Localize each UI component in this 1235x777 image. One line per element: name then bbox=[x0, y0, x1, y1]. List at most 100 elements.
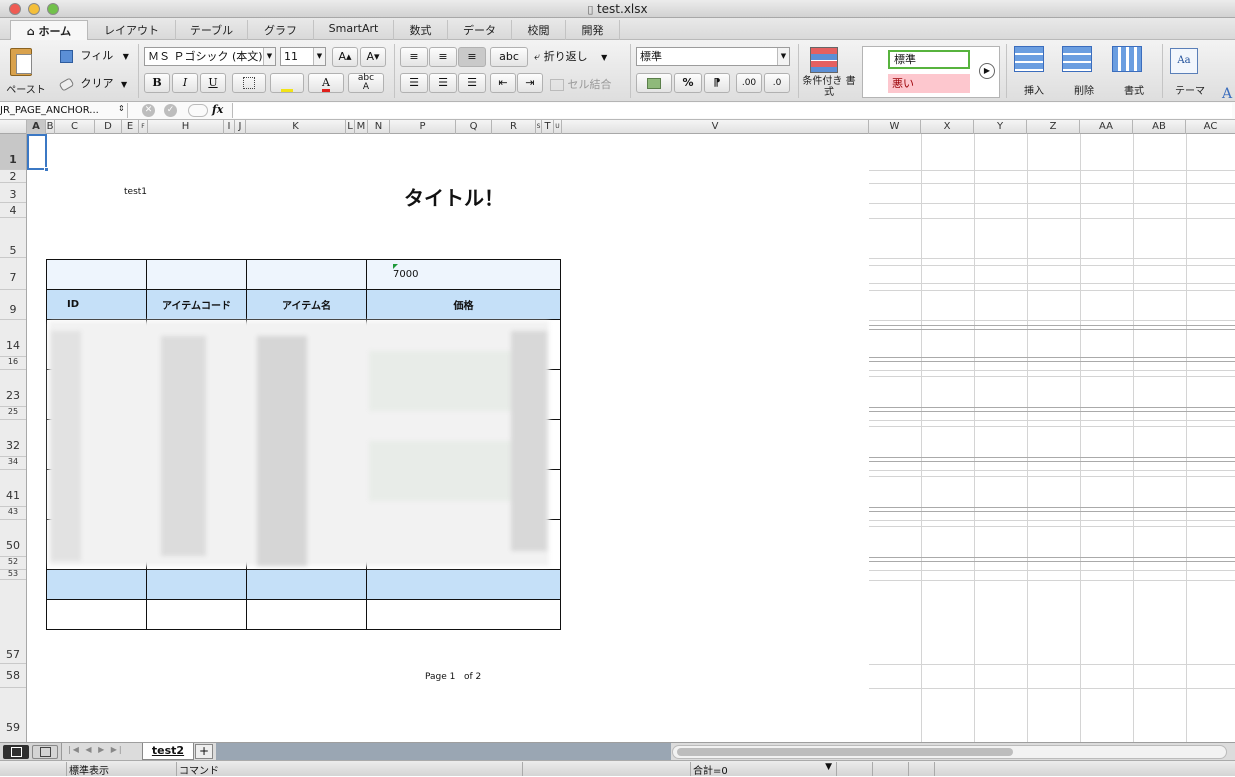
tab-chart[interactable]: グラフ bbox=[248, 20, 314, 40]
tab-layout[interactable]: レイアウト bbox=[88, 20, 176, 40]
align-top-button[interactable]: ≡ bbox=[400, 47, 428, 67]
decrease-decimal-button[interactable]: .0 bbox=[764, 73, 790, 93]
merge-cells-button[interactable]: セル結合 bbox=[550, 76, 630, 92]
currency-button[interactable] bbox=[636, 73, 672, 93]
column-header[interactable]: AA bbox=[1080, 120, 1133, 134]
align-left-button[interactable]: ☰ bbox=[400, 73, 428, 93]
row-header[interactable]: 4 bbox=[0, 203, 26, 218]
row-header[interactable]: 14 bbox=[0, 320, 26, 357]
delete-cells-button[interactable] bbox=[1062, 46, 1102, 80]
column-header[interactable]: M bbox=[355, 120, 368, 134]
conditional-format-button[interactable] bbox=[808, 45, 848, 77]
row-header[interactable]: 57 bbox=[0, 580, 26, 664]
fx-icon[interactable]: fx bbox=[212, 103, 223, 116]
underline-button[interactable]: U bbox=[200, 73, 226, 93]
column-header[interactable]: P bbox=[390, 120, 456, 134]
column-header[interactable]: AB bbox=[1133, 120, 1186, 134]
cancel-icon[interactable]: ✕ bbox=[142, 104, 155, 117]
wrap-text-button[interactable]: ⤶ 折り返し ▼ bbox=[534, 48, 624, 64]
comma-button[interactable]: ⁋ bbox=[704, 73, 730, 93]
clear-button[interactable]: クリア ▼ bbox=[58, 75, 130, 93]
table-cell[interactable] bbox=[246, 569, 367, 600]
horizontal-scrollbar[interactable] bbox=[672, 745, 1227, 759]
column-header[interactable]: A bbox=[27, 120, 46, 134]
column-header[interactable]: N bbox=[368, 120, 390, 134]
fonts-theme-icon[interactable]: A bbox=[1222, 86, 1232, 102]
tab-formulas[interactable]: 数式 bbox=[394, 20, 448, 40]
column-header[interactable]: K bbox=[246, 120, 346, 134]
format-cells-button[interactable] bbox=[1112, 46, 1152, 80]
phonetic-button[interactable]: abc A bbox=[348, 73, 384, 93]
font-name-select[interactable]: ＭＳ Ｐゴシック (本文) ▼ bbox=[144, 47, 276, 66]
table-cell[interactable]: 7000 bbox=[366, 259, 561, 290]
row-header[interactable]: 7 bbox=[0, 258, 26, 290]
tab-smartart[interactable]: SmartArt bbox=[314, 20, 394, 40]
styles-next-button[interactable]: ▶ bbox=[979, 63, 995, 79]
fill-button[interactable]: フィル ▼ bbox=[60, 47, 130, 65]
status-sum[interactable]: 合計=0 ▼ bbox=[690, 762, 836, 777]
row-header[interactable]: 59 bbox=[0, 688, 26, 742]
increase-decimal-button[interactable]: .00 bbox=[736, 73, 762, 93]
column-header[interactable]: H bbox=[148, 120, 224, 134]
row-header[interactable]: 23 bbox=[0, 370, 26, 407]
cell-test1[interactable]: test1 bbox=[124, 187, 147, 197]
italic-button[interactable]: I bbox=[172, 73, 198, 93]
column-header[interactable]: U bbox=[554, 120, 562, 134]
paste-button[interactable] bbox=[6, 46, 40, 80]
worksheet-grid-overflow[interactable] bbox=[869, 134, 1235, 742]
name-box[interactable]: JR_PAGE_ANCHOR... bbox=[0, 103, 128, 118]
row-header[interactable]: 16 bbox=[0, 357, 26, 370]
sheet-nav-arrows[interactable]: |◀ ◀ ▶ ▶| bbox=[68, 745, 124, 754]
column-header[interactable]: AC bbox=[1186, 120, 1235, 134]
align-right-button[interactable]: ☰ bbox=[458, 73, 486, 93]
fill-color-button[interactable] bbox=[270, 73, 304, 93]
column-header[interactable]: Q bbox=[456, 120, 492, 134]
active-cell[interactable] bbox=[27, 134, 47, 170]
row-header[interactable]: 50 bbox=[0, 520, 26, 557]
column-header[interactable]: E bbox=[122, 120, 139, 134]
column-header[interactable]: I bbox=[224, 120, 235, 134]
column-header[interactable]: J bbox=[235, 120, 246, 134]
column-header[interactable]: Z bbox=[1027, 120, 1080, 134]
table-cell[interactable] bbox=[146, 599, 247, 630]
table-cell[interactable] bbox=[246, 259, 367, 290]
font-color-button[interactable]: A bbox=[308, 73, 344, 93]
orientation-button[interactable]: abc bbox=[490, 47, 528, 67]
column-header[interactable]: R bbox=[492, 120, 536, 134]
row-header[interactable]: 25 bbox=[0, 407, 26, 420]
column-header[interactable]: C bbox=[55, 120, 95, 134]
column-header[interactable]: F bbox=[139, 120, 148, 134]
tab-review[interactable]: 校閲 bbox=[512, 20, 566, 40]
scrollbar-thumb[interactable] bbox=[677, 748, 1013, 756]
bold-button[interactable]: B bbox=[144, 73, 170, 93]
normal-view-button[interactable] bbox=[3, 745, 29, 759]
align-middle-button[interactable]: ≡ bbox=[429, 47, 457, 67]
header-price[interactable]: 価格 bbox=[366, 289, 561, 320]
row-header[interactable]: 53 bbox=[0, 570, 26, 580]
row-header[interactable]: 34 bbox=[0, 457, 26, 470]
select-all-corner[interactable] bbox=[0, 120, 27, 134]
borders-button[interactable] bbox=[232, 73, 266, 93]
table-cell[interactable] bbox=[366, 599, 561, 630]
themes-button[interactable]: Aa bbox=[1170, 48, 1204, 78]
header-item-code[interactable]: アイテムコード bbox=[146, 289, 247, 320]
insert-cells-button[interactable] bbox=[1014, 46, 1054, 80]
column-header[interactable]: D bbox=[95, 120, 122, 134]
sheet-title[interactable]: タイトル！ bbox=[404, 182, 504, 211]
formula-builder-button[interactable] bbox=[188, 104, 208, 117]
header-item-name[interactable]: アイテム名 bbox=[246, 289, 367, 320]
row-header[interactable]: 52 bbox=[0, 557, 26, 570]
shrink-font-button[interactable]: A▾ bbox=[360, 47, 386, 67]
column-header[interactable]: Y bbox=[974, 120, 1027, 134]
number-format-select[interactable]: 標準 ▼ bbox=[636, 47, 790, 66]
grow-font-button[interactable]: A▴ bbox=[332, 47, 358, 67]
row-header[interactable]: 2 bbox=[0, 170, 26, 183]
column-header[interactable]: V bbox=[562, 120, 869, 134]
font-size-select[interactable]: 11 ▼ bbox=[280, 47, 326, 66]
table-cell[interactable] bbox=[46, 599, 147, 630]
row-header[interactable]: 9 bbox=[0, 290, 26, 320]
style-normal[interactable]: 標準 bbox=[888, 50, 970, 69]
tab-data[interactable]: データ bbox=[448, 20, 512, 40]
row-header[interactable]: 43 bbox=[0, 507, 26, 520]
name-box-stepper-icon[interactable]: ⇕ bbox=[118, 104, 125, 113]
